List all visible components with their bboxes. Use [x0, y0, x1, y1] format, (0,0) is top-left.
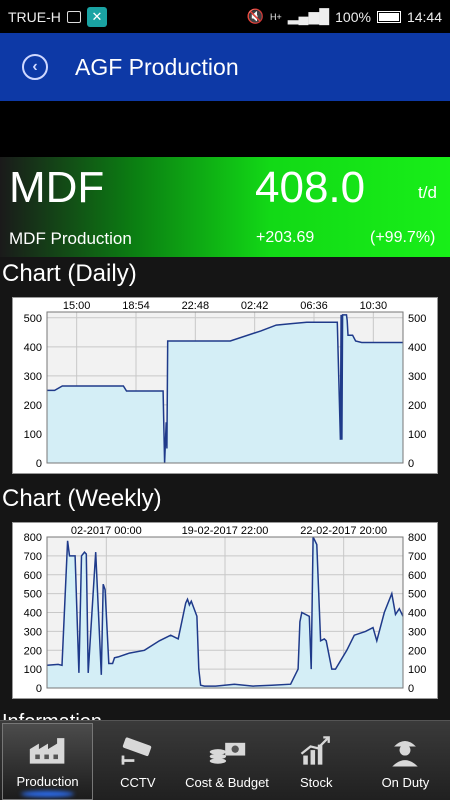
production-delta-pct: (+99.7%) — [370, 229, 436, 246]
y-tick-label-right: 200 — [408, 645, 426, 657]
y-tick-label-left: 300 — [24, 626, 42, 638]
x-tick-label: 02-2017 00:00 — [71, 525, 142, 537]
tab-cost-budget[interactable]: Cost & Budget — [182, 721, 271, 800]
bottom-tab-bar: Production CCTV Cost & Budget Stock On D… — [0, 720, 450, 800]
factory-icon — [28, 734, 68, 766]
time-label: 14:44 — [406, 8, 442, 25]
coins-money-icon — [207, 735, 247, 767]
tab-production[interactable]: Production — [2, 723, 94, 800]
y-tick-label-right: 100 — [408, 664, 426, 676]
tab-cctv[interactable]: CCTV — [93, 721, 182, 800]
stock-chart-icon — [296, 735, 336, 767]
production-value: 408.0 — [255, 163, 366, 212]
x-tick-label: 18:54 — [122, 300, 150, 312]
y-tick-label-left: 300 — [24, 371, 42, 383]
daily-chart[interactable]: 15:00 18:54 22:48 02:42 06:36 10:30 0 0 100 100 20… — [12, 297, 438, 474]
y-tick-label-right: 800 — [408, 532, 426, 544]
status-bar: TRUE-H ✕ 🔇 H+ ▂▄▆█ 100% 14:44 — [0, 0, 450, 33]
y-tick-label-left: 600 — [24, 570, 42, 582]
battery-label: 100% — [335, 8, 371, 25]
daily-chart-title: Chart (Daily) — [2, 260, 137, 287]
production-delta: +203.69 — [256, 229, 315, 246]
chevron-left-icon: ‹ — [32, 58, 38, 75]
tab-label: Stock — [299, 775, 333, 790]
y-tick-label-left: 800 — [24, 532, 42, 544]
x-tick-label: 22-02-2017 20:00 — [300, 525, 387, 537]
product-code: MDF — [9, 163, 105, 212]
y-tick-label-left: 0 — [36, 458, 42, 470]
tab-label: On Duty — [381, 775, 430, 790]
y-tick-label-right: 300 — [408, 371, 426, 383]
y-tick-label-right: 0 — [408, 683, 414, 695]
y-tick-label-left: 500 — [24, 313, 42, 325]
y-tick-label-left: 0 — [36, 683, 42, 695]
worker-icon — [385, 735, 425, 767]
x-tick-label: 22:48 — [182, 300, 210, 312]
y-tick-label-left: 500 — [24, 589, 42, 601]
y-tick-label-right: 400 — [408, 342, 426, 354]
y-tick-label-left: 400 — [24, 342, 42, 354]
tab-label: Cost & Budget — [185, 775, 269, 790]
app-bar: ‹ AGF Production — [0, 33, 450, 101]
y-tick-label-right: 400 — [408, 608, 426, 620]
battery-icon — [376, 10, 401, 23]
tab-label: Production — [16, 774, 79, 789]
cctv-camera-icon — [118, 735, 158, 767]
y-tick-label-left: 100 — [24, 429, 42, 441]
production-unit: t/d — [418, 183, 437, 202]
y-tick-label-right: 500 — [408, 313, 426, 325]
carrier-label: TRUE-H — [8, 8, 61, 25]
app-notification-icon: ✕ — [86, 6, 107, 27]
y-tick-label-right: 200 — [408, 400, 426, 412]
mute-icon: 🔇 — [246, 8, 264, 24]
x-tick-label: 10:30 — [360, 300, 388, 312]
x-tick-label: 19-02-2017 22:00 — [182, 525, 269, 537]
x-tick-label: 06:36 — [300, 300, 328, 312]
daily-chart-svg: 15:00 18:54 22:48 02:42 06:36 10:30 0 0 100 100 20… — [24, 300, 427, 470]
y-tick-label-right: 100 — [408, 429, 426, 441]
spacer — [0, 101, 450, 157]
y-tick-label-left: 200 — [24, 645, 42, 657]
y-tick-label-left: 400 — [24, 608, 42, 620]
weekly-chart-title: Chart (Weekly) — [2, 485, 162, 512]
y-tick-label-right: 300 — [408, 626, 426, 638]
information-section-title: Information — [2, 712, 202, 720]
x-tick-label: 15:00 — [63, 300, 91, 312]
weekly-chart[interactable]: 02-2017 00:00 19-02-2017 22:00 22-02-2017 … — [12, 522, 438, 699]
y-tick-label-right: 700 — [408, 551, 426, 563]
y-tick-label-right: 500 — [408, 589, 426, 601]
signal-icon: ▂▄▆█ — [287, 8, 330, 24]
x-tick-label: 02:42 — [241, 300, 269, 312]
tab-on-duty[interactable]: On Duty — [361, 721, 450, 800]
tab-stock[interactable]: Stock — [272, 721, 361, 800]
tab-label: CCTV — [120, 775, 156, 790]
summary-banner[interactable]: MDF 408.0 t/d MDF Production +203.69 (+9… — [0, 157, 450, 257]
network-type-label: H+ — [270, 11, 282, 22]
y-tick-label-left: 700 — [24, 551, 42, 563]
page-title: AGF Production — [75, 53, 239, 80]
gallery-icon — [66, 10, 81, 23]
y-tick-label-left: 200 — [24, 400, 42, 412]
back-button[interactable]: ‹ — [22, 54, 48, 80]
weekly-chart-svg: 02-2017 00:00 19-02-2017 22:00 22-02-2017 … — [24, 525, 427, 695]
y-tick-label-right: 600 — [408, 570, 426, 582]
production-name: MDF Production — [9, 229, 132, 248]
y-tick-label-right: 0 — [408, 458, 414, 470]
status-right: 🔇 H+ ▂▄▆█ 100% 14:44 — [247, 8, 442, 25]
y-tick-label-left: 100 — [24, 664, 42, 676]
